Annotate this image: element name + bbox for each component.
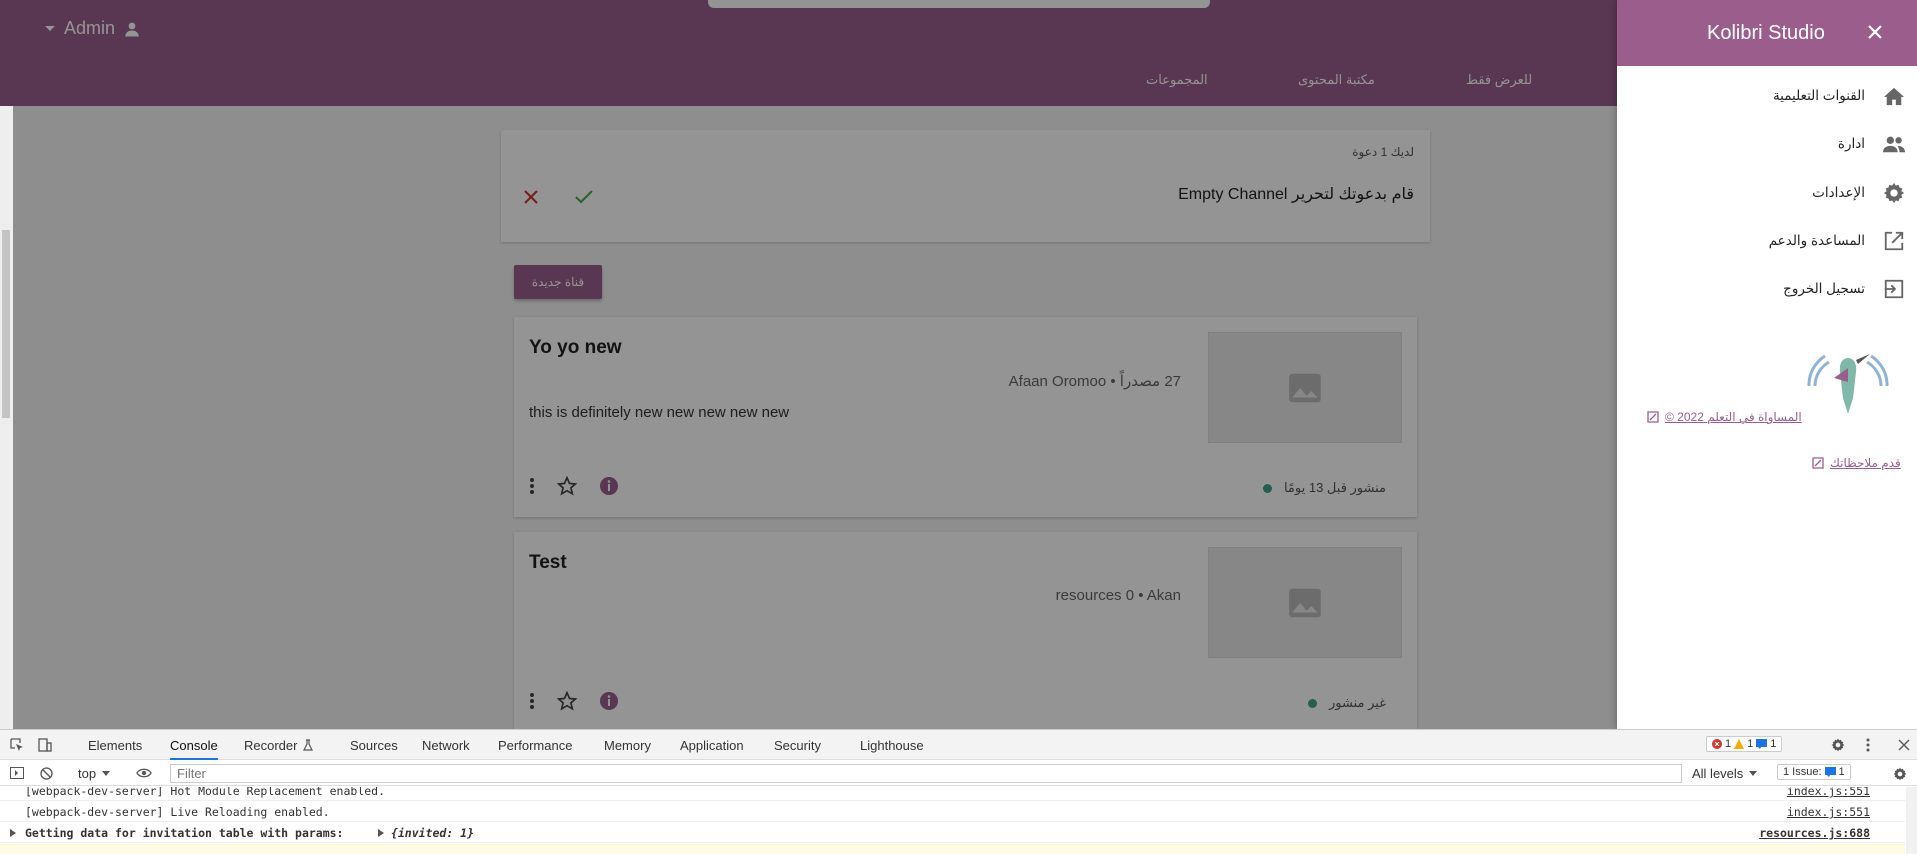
tab-sources[interactable]: Sources <box>350 738 398 753</box>
more-vertical-icon[interactable] <box>1866 738 1870 752</box>
log-source-link[interactable]: index.js:551 <box>1787 805 1870 819</box>
log-message: [webpack-dev-server] Hot Module Replacem… <box>25 787 386 798</box>
kolibri-logo <box>1803 346 1893 420</box>
issue-message-icon <box>1824 767 1836 777</box>
copyright-text: © 2022 المساواة في التعلم <box>1665 410 1802 424</box>
settings-icon[interactable] <box>1831 738 1845 752</box>
tab-console[interactable]: Console <box>170 738 218 760</box>
console-warning-row <box>0 844 1905 854</box>
sidebar-toggle-icon[interactable] <box>10 767 24 779</box>
log-object-value: {invited: 1} <box>390 826 475 840</box>
drawer-item-label: ادارة <box>1837 136 1865 151</box>
open-in-new-icon <box>1812 457 1824 469</box>
log-source-link[interactable]: index.js:551 <box>1787 787 1870 798</box>
console-log-row: [webpack-dev-server] Live Reloading enab… <box>0 802 1905 822</box>
devtools-tabbar: Elements Console Recorder Sources Networ… <box>0 730 1917 760</box>
navigation-drawer: Kolibri Studio القنوات التعليمية ادارة ا… <box>1617 0 1917 729</box>
issues-button[interactable]: 1 Issue: 1 <box>1777 764 1851 780</box>
drawer-item-label: المساعدة والدعم <box>1768 233 1865 248</box>
issues-label: 1 Issue: <box>1783 766 1822 778</box>
copyright-link[interactable]: © 2022 المساواة في التعلم <box>1647 410 1802 424</box>
tab-lighthouse[interactable]: Lighthouse <box>860 738 924 753</box>
info-count: 1 <box>1770 738 1777 750</box>
log-message: Getting data for invitation table with p… <box>25 826 344 840</box>
studio-app: Admin المجموعات مكتبة المحتوى للعرض فقط … <box>0 0 1917 729</box>
expand-triangle-icon[interactable] <box>10 829 16 837</box>
clear-console-icon[interactable] <box>40 767 53 780</box>
expand-triangle-icon <box>378 829 384 837</box>
log-message: [webpack-dev-server] Live Reloading enab… <box>25 805 330 819</box>
drawer-item-channels[interactable]: القنوات التعليمية <box>1773 86 1905 106</box>
eye-icon[interactable] <box>136 767 152 779</box>
drawer-item-administration[interactable]: ادارة <box>1838 134 1905 154</box>
feedback-text: قدم ملاحظاتك <box>1830 456 1901 470</box>
error-count: 1 <box>1725 738 1732 750</box>
drawer-item-label: القنوات التعليمية <box>1772 88 1865 103</box>
error-icon <box>1712 739 1722 749</box>
drawer-title: Kolibri Studio <box>1707 22 1825 44</box>
devtools-panel: Elements Console Recorder Sources Networ… <box>0 729 1917 854</box>
dropdown-icon <box>1749 771 1758 776</box>
close-icon[interactable] <box>1866 23 1884 41</box>
issues-count: 1 <box>1838 766 1845 778</box>
message-counts[interactable]: 1 1 1 <box>1706 736 1783 752</box>
context-selector[interactable]: top <box>78 766 111 781</box>
tab-security[interactable]: Security <box>774 738 821 753</box>
inspect-element-icon[interactable] <box>10 738 24 752</box>
tab-performance[interactable]: Performance <box>498 738 572 753</box>
info-message-icon <box>1756 739 1768 749</box>
device-toolbar-icon[interactable] <box>38 738 52 752</box>
open-in-new-icon <box>1883 230 1905 252</box>
console-settings-icon[interactable] <box>1893 767 1907 781</box>
drawer-item-label: الإعدادات <box>1812 185 1865 200</box>
page-scrollbar[interactable] <box>0 106 13 729</box>
tab-memory[interactable]: Memory <box>604 738 651 753</box>
close-devtools-icon[interactable] <box>1898 739 1910 751</box>
scrollbar-thumb[interactable] <box>2 230 10 418</box>
feedback-link[interactable]: قدم ملاحظاتك <box>1812 456 1901 470</box>
log-levels-dropdown[interactable]: All levels <box>1692 766 1758 781</box>
home-icon <box>1883 86 1905 106</box>
console-filter-bar: top All levels 1 Issue: 1 <box>0 761 1917 786</box>
log-object[interactable]: {invited: 1} <box>378 826 474 840</box>
people-icon <box>1883 134 1905 154</box>
tab-network[interactable]: Network <box>422 738 470 753</box>
console-filter-input[interactable] <box>170 764 1682 783</box>
console-log-row: Getting data for invitation table with p… <box>0 823 1905 843</box>
drawer-item-label: تسجيل الخروج <box>1783 281 1865 296</box>
gear-icon <box>1883 182 1905 204</box>
tab-application[interactable]: Application <box>680 738 744 753</box>
tab-elements[interactable]: Elements <box>88 738 142 753</box>
console-scrollbar[interactable] <box>1906 787 1917 854</box>
flask-icon <box>303 739 313 751</box>
exit-icon <box>1883 278 1905 300</box>
log-source-link[interactable]: resources.js:688 <box>1759 826 1870 840</box>
drawer-item-settings[interactable]: الإعدادات <box>1812 182 1905 204</box>
drawer-scrim[interactable] <box>0 0 1617 729</box>
log-levels-value: All levels <box>1692 766 1744 781</box>
drawer-item-help[interactable]: المساعدة والدعم <box>1769 230 1905 252</box>
warning-count: 1 <box>1747 738 1754 750</box>
drawer-header: Kolibri Studio <box>1617 0 1917 66</box>
tab-recorder[interactable]: Recorder <box>244 738 297 753</box>
context-value: top <box>78 766 97 781</box>
warning-icon <box>1734 739 1745 749</box>
dropdown-icon <box>102 771 111 776</box>
open-in-new-icon <box>1647 411 1659 423</box>
drawer-item-sign-out[interactable]: تسجيل الخروج <box>1783 278 1905 300</box>
console-log-row: [webpack-dev-server] Hot Module Replacem… <box>0 787 1905 801</box>
